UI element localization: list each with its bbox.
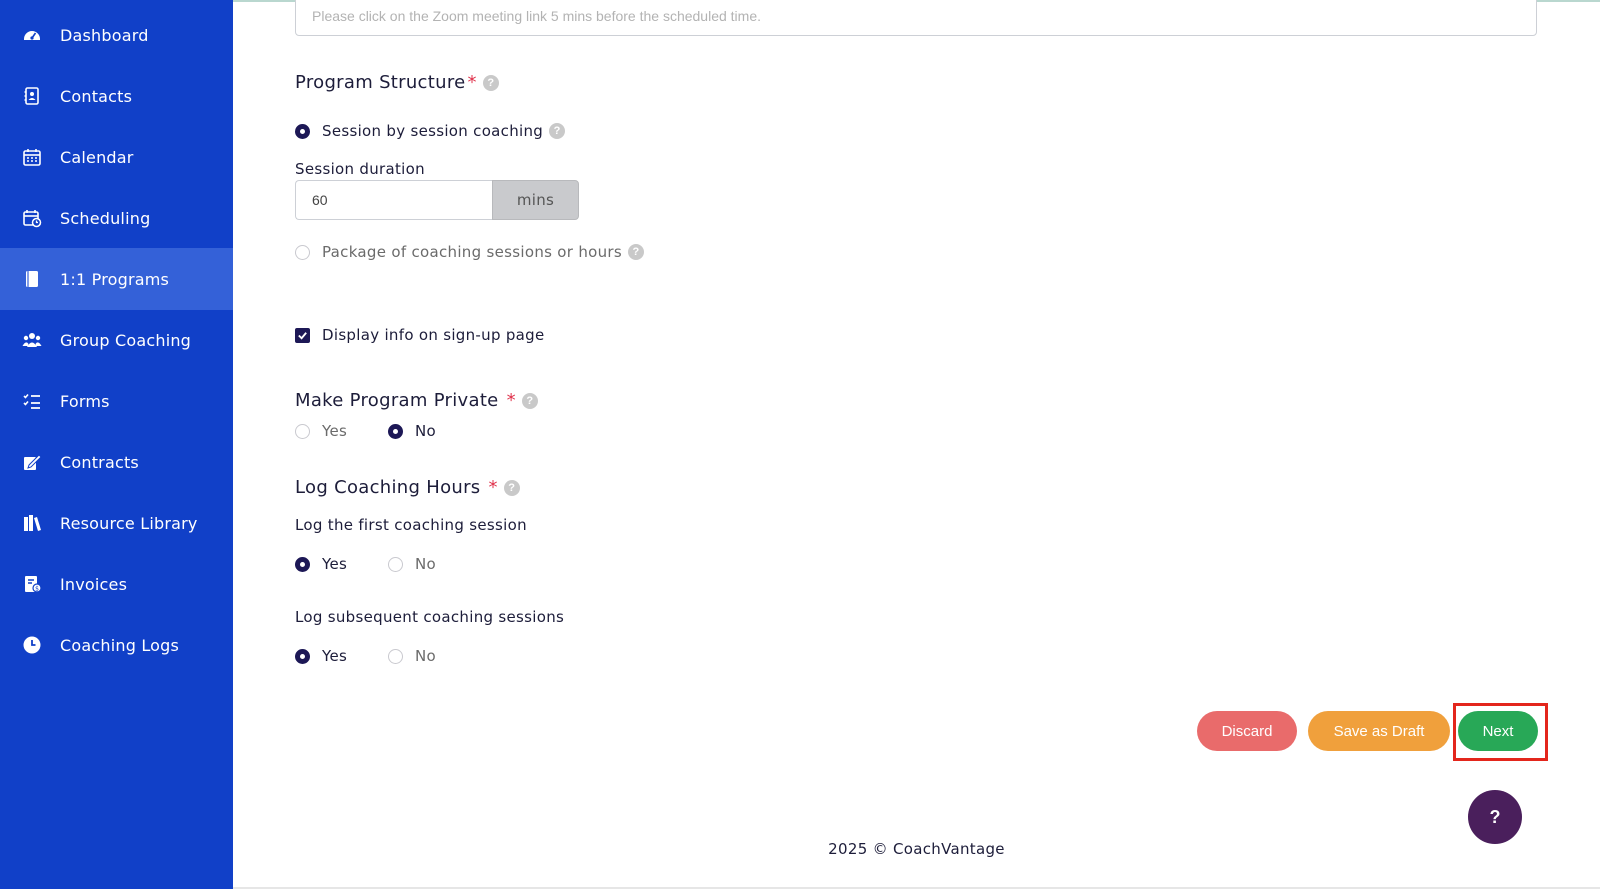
radio-log-first-yes[interactable]: Yes [295,555,347,573]
sidebar-item-label: Coaching Logs [60,635,180,655]
help-icon[interactable]: ? [628,244,644,260]
required-mark: * [467,72,477,93]
required-mark: * [488,477,498,498]
session-duration-input[interactable] [295,180,492,220]
required-mark: * [506,390,516,411]
radio-private-no[interactable]: No [388,422,436,440]
calendar-icon [21,146,43,168]
svg-text:$: $ [35,586,39,593]
contacts-icon [21,85,43,107]
make-private-title: Make Program Private [295,390,499,411]
sidebar: Dashboard Contacts Calendar Scheduling 1… [0,0,233,889]
log-first-session-label: Log the first coaching session [295,516,527,534]
log-subsequent-sessions-label: Log subsequent coaching sessions [295,608,565,626]
save-draft-button[interactable]: Save as Draft [1308,711,1450,751]
sidebar-item-label: Resource Library [60,513,198,533]
radio-label: Yes [322,555,348,573]
dashboard-icon [21,24,43,46]
sidebar-item-group-coaching[interactable]: Group Coaching [0,309,233,371]
meeting-instructions-input[interactable] [295,0,1537,36]
radio-button[interactable] [388,556,403,572]
radio-label: No [415,422,436,440]
radio-private-yes[interactable]: Yes [295,422,347,440]
radio-button[interactable] [295,556,310,572]
radio-button[interactable] [295,423,310,439]
sidebar-item-label: Forms [60,391,110,411]
radio-button[interactable] [295,244,310,260]
contract-icon [21,451,43,473]
sidebar-item-1-1-programs[interactable]: 1:1 Programs [0,248,233,310]
book-icon [21,268,43,290]
radio-label: No [415,647,436,665]
sidebar-item-invoices[interactable]: $ Invoices [0,553,233,615]
sidebar-item-label: Calendar [60,147,134,167]
group-icon [21,329,43,351]
sidebar-item-label: Contacts [60,86,133,106]
radio-label: Yes [322,422,348,440]
help-icon[interactable]: ? [503,479,520,496]
log-hours-title: Log Coaching Hours [295,477,481,498]
display-info-checkbox-row[interactable]: Display info on sign-up page [295,326,545,344]
clock-icon [21,634,43,656]
sidebar-item-label: Dashboard [60,25,149,45]
session-duration-label: Session duration [295,160,425,178]
radio-log-subsequent-no[interactable]: No [388,647,436,665]
radio-button[interactable] [388,648,403,664]
radio-label: Package of coaching sessions or hours [322,243,622,261]
radio-button[interactable] [388,423,403,439]
radio-label: Yes [322,647,348,665]
sidebar-item-label: Group Coaching [60,330,192,350]
check-icon [298,331,307,340]
forms-icon [21,390,43,412]
sidebar-item-forms[interactable]: Forms [0,370,233,432]
sidebar-item-label: Contracts [60,452,139,472]
duration-unit-addon: mins [492,180,579,220]
display-info-checkbox[interactable] [295,327,310,343]
help-icon[interactable]: ? [521,392,538,409]
checkbox-label: Display info on sign-up page [322,326,545,344]
sidebar-item-label: Scheduling [60,208,151,228]
radio-label: Session by session coaching [322,122,544,140]
session-duration-field: mins [295,180,579,220]
sidebar-item-label: Invoices [60,574,128,594]
radio-button[interactable] [295,123,310,139]
invoice-icon: $ [21,573,43,595]
radio-button[interactable] [295,648,310,664]
sidebar-item-label: 1:1 Programs [60,269,170,289]
sidebar-item-contacts[interactable]: Contacts [0,65,233,127]
main-content: Program Structure*? Session by session c… [233,0,1600,889]
next-button-highlight [1453,703,1548,761]
log-hours-heading: Log Coaching Hours *? [295,477,520,498]
radio-session-by-session[interactable]: Session by session coaching ? [295,122,566,140]
sidebar-item-calendar[interactable]: Calendar [0,126,233,188]
sidebar-item-dashboard[interactable]: Dashboard [0,4,233,66]
radio-label: No [415,555,436,573]
radio-package-sessions[interactable]: Package of coaching sessions or hours ? [295,243,644,261]
scheduling-icon [21,207,43,229]
help-chat-button[interactable]: ? [1468,790,1522,844]
help-icon[interactable]: ? [482,74,499,91]
sidebar-item-coaching-logs[interactable]: Coaching Logs [0,614,233,676]
sidebar-item-contracts[interactable]: Contracts [0,431,233,493]
footer-copyright: 2025 © CoachVantage [828,840,1005,858]
discard-button[interactable]: Discard [1197,711,1297,751]
sidebar-item-scheduling[interactable]: Scheduling [0,187,233,249]
program-structure-heading: Program Structure *? [295,72,499,93]
library-icon [21,512,43,534]
program-structure-title: Program Structure [295,72,466,93]
sidebar-item-resource-library[interactable]: Resource Library [0,492,233,554]
make-private-heading: Make Program Private *? [295,390,538,411]
help-icon[interactable]: ? [549,123,566,139]
radio-log-first-no[interactable]: No [388,555,436,573]
radio-log-subsequent-yes[interactable]: Yes [295,647,347,665]
